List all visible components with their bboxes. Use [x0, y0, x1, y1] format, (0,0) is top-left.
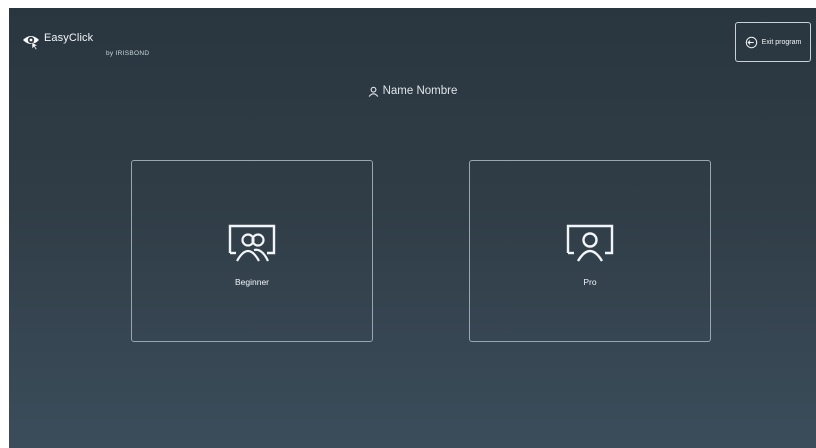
user-screen-icon: [566, 224, 614, 262]
app-window: EasyClick by IRISBOND Exit program Name …: [9, 8, 816, 448]
exit-program-label: Exit program: [761, 38, 802, 46]
current-user: Name Nombre: [9, 85, 816, 97]
exit-icon: [745, 36, 757, 48]
beginner-mode-card[interactable]: Beginner: [131, 160, 373, 342]
beginner-label: Beginner: [234, 277, 270, 287]
pro-label: Pro: [583, 277, 597, 287]
app-name: EasyClick: [44, 32, 94, 44]
pro-mode-card[interactable]: Pro: [469, 160, 711, 342]
eye-cursor-icon: [23, 36, 39, 50]
exit-program-button[interactable]: Exit program: [735, 22, 811, 62]
user-icon: [368, 86, 378, 97]
user-name: Name Nombre: [382, 85, 458, 97]
easyclick-logo: EasyClick by IRISBOND: [22, 31, 172, 59]
users-screen-icon: [228, 224, 276, 262]
brand-subtitle: by IRISBOND: [106, 50, 150, 57]
